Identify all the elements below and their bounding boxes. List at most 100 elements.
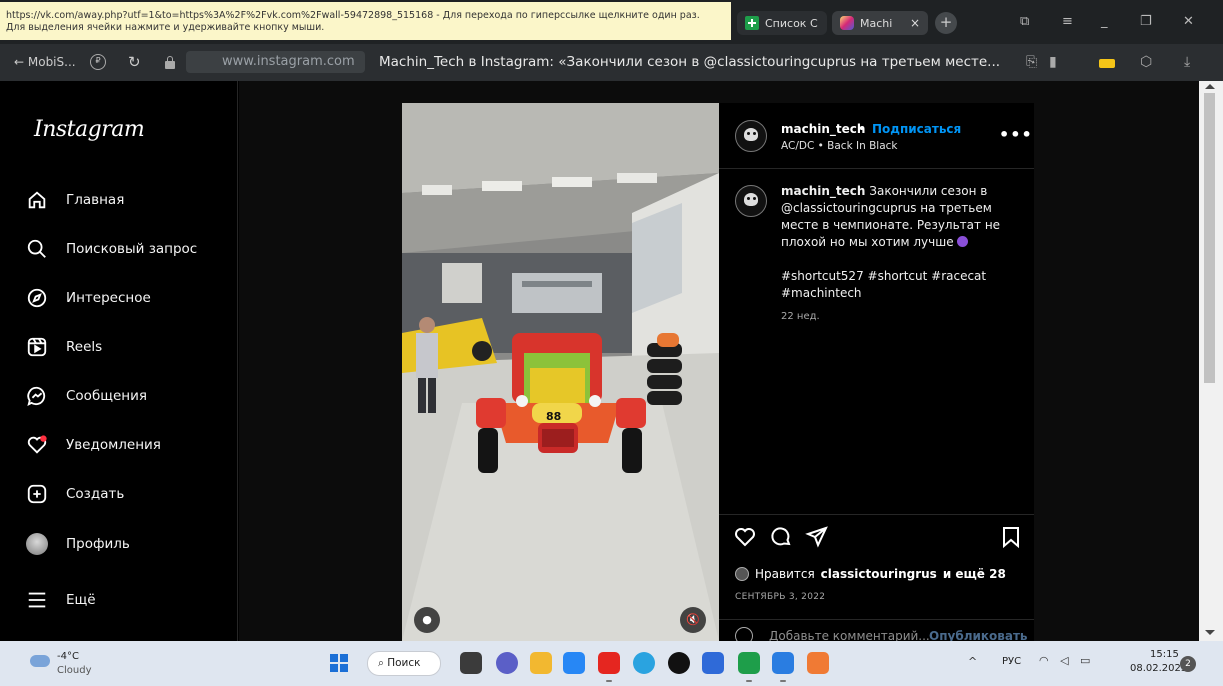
minimize-icon[interactable]: _ [1101,14,1108,29]
instagram-page: Instagram Главная Поисковый запрос Интер… [0,81,1223,641]
page-title[interactable]: Machin_Tech в Instagram: «Закончили сезо… [379,52,1000,72]
emoji-picker-icon[interactable] [735,627,753,641]
address-bar: ← MobiS... ₽ ↻ www.instagram.com Machin_… [0,44,1223,81]
browser-menu-icon[interactable]: ≡ [1062,14,1073,29]
post-panel: machin_tech • Подписаться AC/DC • Back I… [719,103,1034,641]
sidebar-item-label: Поисковый запрос [66,241,198,257]
taskbar-search[interactable]: ⌕ Поиск [367,651,441,676]
messenger-icon [26,385,48,407]
download-icon[interactable]: ⤓ [1184,54,1190,70]
sidebar-item-label: Создать [66,486,125,502]
clock-time[interactable]: 15:15 [1150,649,1179,660]
lock-icon[interactable] [165,56,175,69]
publish-comment-button[interactable]: Опубликовать [929,629,1028,641]
author-avatar[interactable] [735,120,767,152]
battery-saver-icon[interactable] [1099,59,1115,68]
liker-avatar [735,567,749,581]
comment-input[interactable]: Добавьте комментарий... [769,629,930,641]
scroll-down-icon[interactable] [1205,630,1215,635]
follow-button[interactable]: Подписаться [872,122,961,136]
telegram-icon[interactable] [633,652,655,674]
vk-icon[interactable] [563,652,585,674]
tray-network-sound-battery-icon[interactable]: ◠ ◁ ▭ [1039,654,1094,667]
weather-description[interactable]: Cloudy [57,665,91,676]
tab-label: Machi [860,16,893,30]
caption-username[interactable]: machin_tech [781,184,865,198]
comment-icon[interactable] [769,525,793,549]
copy-link-icon[interactable]: ⎘ [1026,54,1037,70]
sidebar-item-messages[interactable]: Сообщения [26,379,226,413]
sidebar-item-reels[interactable]: Reels [26,330,226,364]
tiktok-icon[interactable] [668,652,690,674]
search-icon: ⌕ [378,657,388,669]
taskbar-search-label: Поиск [387,657,421,669]
sidebar-item-label: Сообщения [66,388,148,404]
close-window-icon[interactable]: ✕ [1183,14,1194,29]
chat-icon[interactable] [496,652,518,674]
post-actions: Нравится classictouringrus и ещё 28 СЕНТ… [719,514,1034,641]
comment-box: Добавьте комментарий... Опубликовать [719,619,1034,641]
save-icon[interactable] [999,525,1023,549]
sheets-app-icon[interactable] [738,652,760,674]
sidebar-item-create[interactable]: Создать [26,477,226,511]
more-options-icon[interactable]: ••• [999,125,1033,144]
likes-summary[interactable]: Нравится classictouringrus и ещё 28 [735,567,1006,581]
sidebar-item-home[interactable]: Главная [26,183,226,217]
start-button[interactable] [330,654,348,672]
post-video[interactable]: 88 ● 🔇 [402,103,719,641]
caption-hashtags[interactable]: #shortcut527 #shortcut #racecat #machint… [781,268,1021,302]
scroll-up-icon[interactable] [1205,84,1215,89]
clock-date[interactable]: 08.02.2023 [1130,663,1187,674]
sidebar: Instagram Главная Поисковый запрос Интер… [0,81,238,641]
photo-app-icon[interactable] [807,652,829,674]
caption-avatar[interactable] [735,185,767,217]
emoji-icon [957,236,969,247]
docs-app-icon[interactable] [772,652,794,674]
search-icon [26,238,48,260]
running-indicator [606,680,612,682]
like-icon[interactable] [733,525,757,549]
url-domain[interactable]: www.instagram.com [186,51,365,73]
likes-prefix: Нравится [755,567,815,581]
tagged-user-icon[interactable]: ● [414,607,440,633]
audio-track[interactable]: AC/DC • Back In Black [781,140,897,152]
home-icon [26,189,48,211]
tab-instagram[interactable]: Machi × [832,11,928,35]
scroll-thumb[interactable] [1204,93,1215,383]
extensions-icon[interactable]: ⬡ [1140,54,1152,70]
cloud-icon[interactable] [30,655,50,667]
sidebar-item-more[interactable]: Ещё [26,583,226,617]
page-scrollbar[interactable] [1199,81,1223,641]
likes-suffix[interactable]: и ещё 28 [943,567,1006,581]
likes-user[interactable]: classictouringrus [821,567,937,581]
bookmark-icon[interactable]: ▮ [1049,54,1057,70]
folder-icon[interactable] [530,652,552,674]
running-indicator [746,680,752,682]
sidebar-item-label: Главная [66,192,125,208]
new-tab-button[interactable]: + [935,12,957,34]
tooltip-line-1: https://vk.com/away.php?utf=1&to=https%3… [6,10,700,21]
sidebar-item-notifications[interactable]: Уведомления [26,428,226,462]
yandex-icon[interactable] [598,652,620,674]
collections-icon[interactable]: ⧉ [1020,14,1029,29]
vpn-icon[interactable] [702,652,724,674]
post-caption: machin_tech Закончили сезон в @classicto… [781,183,1021,325]
sidebar-item-profile[interactable]: Профиль [26,527,226,561]
restore-icon[interactable]: ❐ [1140,14,1152,29]
input-language[interactable]: РУС [1002,656,1021,667]
share-icon[interactable] [805,525,829,549]
notification-badge[interactable]: 2 [1180,656,1196,672]
tray-overflow-icon[interactable]: ^ [968,655,977,668]
mute-icon[interactable]: 🔇 [680,607,706,633]
reload-icon[interactable]: ↻ [128,52,141,72]
protect-icon[interactable]: ₽ [90,54,106,70]
tab-sheets[interactable]: Список С [737,11,827,35]
instagram-logo[interactable]: Instagram [34,117,145,142]
back-button[interactable]: ← MobiS... [14,52,76,72]
sidebar-item-explore[interactable]: Интересное [26,281,226,315]
weather-temperature[interactable]: -4°C [57,651,79,662]
file-explorer-icon[interactable] [460,652,482,674]
sidebar-item-search[interactable]: Поисковый запрос [26,232,226,266]
close-tab-icon[interactable]: × [910,16,920,30]
author-username[interactable]: machin_tech [781,122,865,136]
